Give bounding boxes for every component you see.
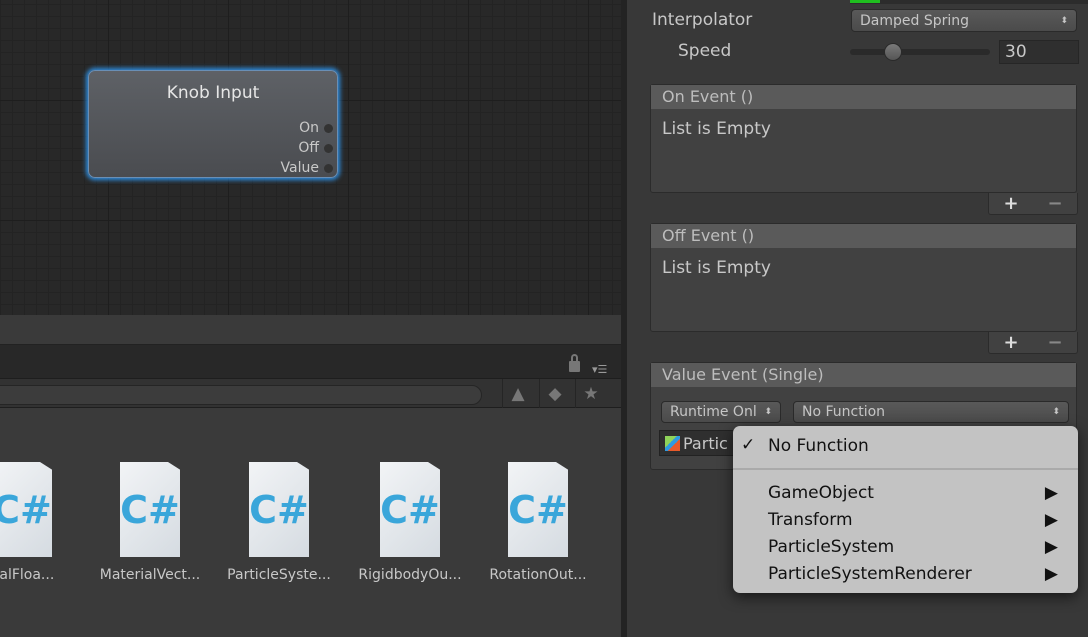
- project-header: ▾☰: [0, 345, 621, 378]
- interpolator-dropdown[interactable]: Damped Spring ⬍: [851, 9, 1077, 32]
- remove-button[interactable]: −: [1047, 193, 1062, 214]
- submenu-arrow-icon: ▶: [1044, 537, 1058, 557]
- speed-label: Speed: [678, 41, 732, 61]
- add-button[interactable]: +: [1003, 193, 1018, 214]
- menu-item-gameobject[interactable]: GameObject ▶: [768, 483, 1058, 503]
- event-title: On Event (): [651, 85, 1076, 109]
- asset-item[interactable]: C# ParticleSyste...: [214, 462, 344, 583]
- asset-item[interactable]: C# MaterialVect...: [85, 462, 215, 583]
- port-label: On: [299, 120, 319, 136]
- off-event-list: Off Event () List is Empty: [650, 223, 1077, 332]
- asset-name: RigidbodyOu...: [358, 567, 462, 583]
- lock-shackle-icon: [571, 354, 578, 362]
- empty-list-text: List is Empty: [662, 119, 771, 139]
- asset-grid: C# rialFloa... C# MaterialVect... C# Partic…: [0, 408, 621, 637]
- asset-item[interactable]: C# rialFloa...: [0, 462, 87, 583]
- off-event-add-remove: + −: [988, 332, 1078, 354]
- updown-arrow-icon: ⬍: [1060, 15, 1068, 26]
- submenu-arrow-icon: ▶: [1044, 564, 1058, 584]
- node-title: Knob Input: [166, 83, 260, 103]
- runtime-dropdown[interactable]: Runtime Onl ⬍: [661, 401, 781, 423]
- csharp-script-icon: C#: [0, 462, 52, 557]
- csharp-script-icon: C#: [120, 462, 180, 557]
- dropdown-value: No Function: [802, 404, 886, 420]
- port-on[interactable]: On: [299, 120, 333, 136]
- menu-item-label: ParticleSystem: [768, 537, 895, 557]
- search-input[interactable]: [0, 385, 482, 405]
- submenu-arrow-icon: ▶: [1044, 510, 1058, 530]
- speed-slider-track[interactable]: [850, 49, 990, 55]
- asset-item[interactable]: C# RotationOut...: [473, 462, 603, 583]
- star-icon[interactable]: ★: [575, 379, 606, 408]
- port-knob-icon[interactable]: [324, 143, 333, 153]
- updown-arrow-icon: ⬍: [1052, 407, 1060, 417]
- port-label: Value: [280, 160, 319, 176]
- menu-item-label: GameObject: [768, 483, 874, 503]
- port-knob-icon[interactable]: [324, 123, 333, 133]
- port-off[interactable]: Off: [298, 140, 333, 156]
- event-title: Value Event (Single): [651, 363, 1076, 387]
- gameobject-cube-icon: [665, 435, 680, 451]
- asset-name: ParticleSyste...: [227, 567, 331, 583]
- knob-input-node[interactable]: Knob Input On Off Value: [88, 70, 338, 178]
- asset-name: RotationOut...: [489, 567, 587, 583]
- on-event-add-remove: + −: [988, 193, 1078, 215]
- menu-icon[interactable]: ▾☰: [592, 363, 607, 376]
- checkmark-icon: ✓: [741, 435, 756, 455]
- menu-separator: [733, 468, 1078, 470]
- project-search-bar: ▲ ◆ ★: [0, 378, 621, 408]
- function-dropdown[interactable]: No Function ⬍: [793, 401, 1069, 423]
- dropdown-value: Damped Spring: [860, 12, 970, 29]
- lock-icon[interactable]: [569, 361, 580, 372]
- menu-item-label: Transform: [768, 510, 853, 530]
- interpolator-label: Interpolator: [652, 10, 753, 30]
- object-name: Partic: [683, 433, 728, 453]
- csharp-script-icon: C#: [508, 462, 568, 557]
- csharp-script-icon: C#: [380, 462, 440, 557]
- port-label: Off: [298, 140, 319, 156]
- menu-item-particlesystemrenderer[interactable]: ParticleSystemRenderer ▶: [768, 564, 1058, 584]
- node-graph-canvas[interactable]: Knob Input On Off Value: [0, 0, 621, 315]
- menu-item-label: ParticleSystemRenderer: [768, 564, 972, 584]
- function-menu: ✓ No Function GameObject ▶ Transform ▶ Par…: [733, 426, 1078, 593]
- port-value[interactable]: Value: [281, 160, 333, 176]
- menu-item-no-function[interactable]: No Function: [768, 436, 1058, 456]
- csharp-script-icon: C#: [249, 462, 309, 557]
- menu-item-particlesystem[interactable]: ParticleSystem ▶: [768, 537, 1058, 557]
- submenu-arrow-icon: ▶: [1044, 483, 1058, 503]
- speed-input[interactable]: 30: [999, 40, 1079, 64]
- bar-field: [850, 0, 1088, 4]
- port-knob-icon[interactable]: [324, 163, 333, 173]
- asset-name: MaterialVect...: [99, 567, 201, 583]
- tag-icon[interactable]: ◆: [539, 379, 570, 408]
- speed-slider-thumb[interactable]: [884, 43, 902, 61]
- empty-list-text: List is Empty: [662, 258, 771, 278]
- menu-item-transform[interactable]: Transform ▶: [768, 510, 1058, 530]
- menu-item-label: No Function: [768, 436, 869, 456]
- asset-name: rialFloa...: [0, 567, 55, 583]
- on-event-list: On Event () List is Empty: [650, 84, 1077, 193]
- dropdown-value: Runtime Onl: [670, 404, 757, 420]
- asset-item[interactable]: C# RigidbodyOu...: [345, 462, 475, 583]
- add-button[interactable]: +: [1003, 332, 1018, 353]
- remove-button[interactable]: −: [1047, 332, 1062, 353]
- event-title: Off Event (): [651, 224, 1076, 248]
- graph-footer: [0, 315, 621, 345]
- filter-by-type-icon[interactable]: ▲: [502, 379, 533, 408]
- updown-arrow-icon: ⬍: [764, 407, 772, 417]
